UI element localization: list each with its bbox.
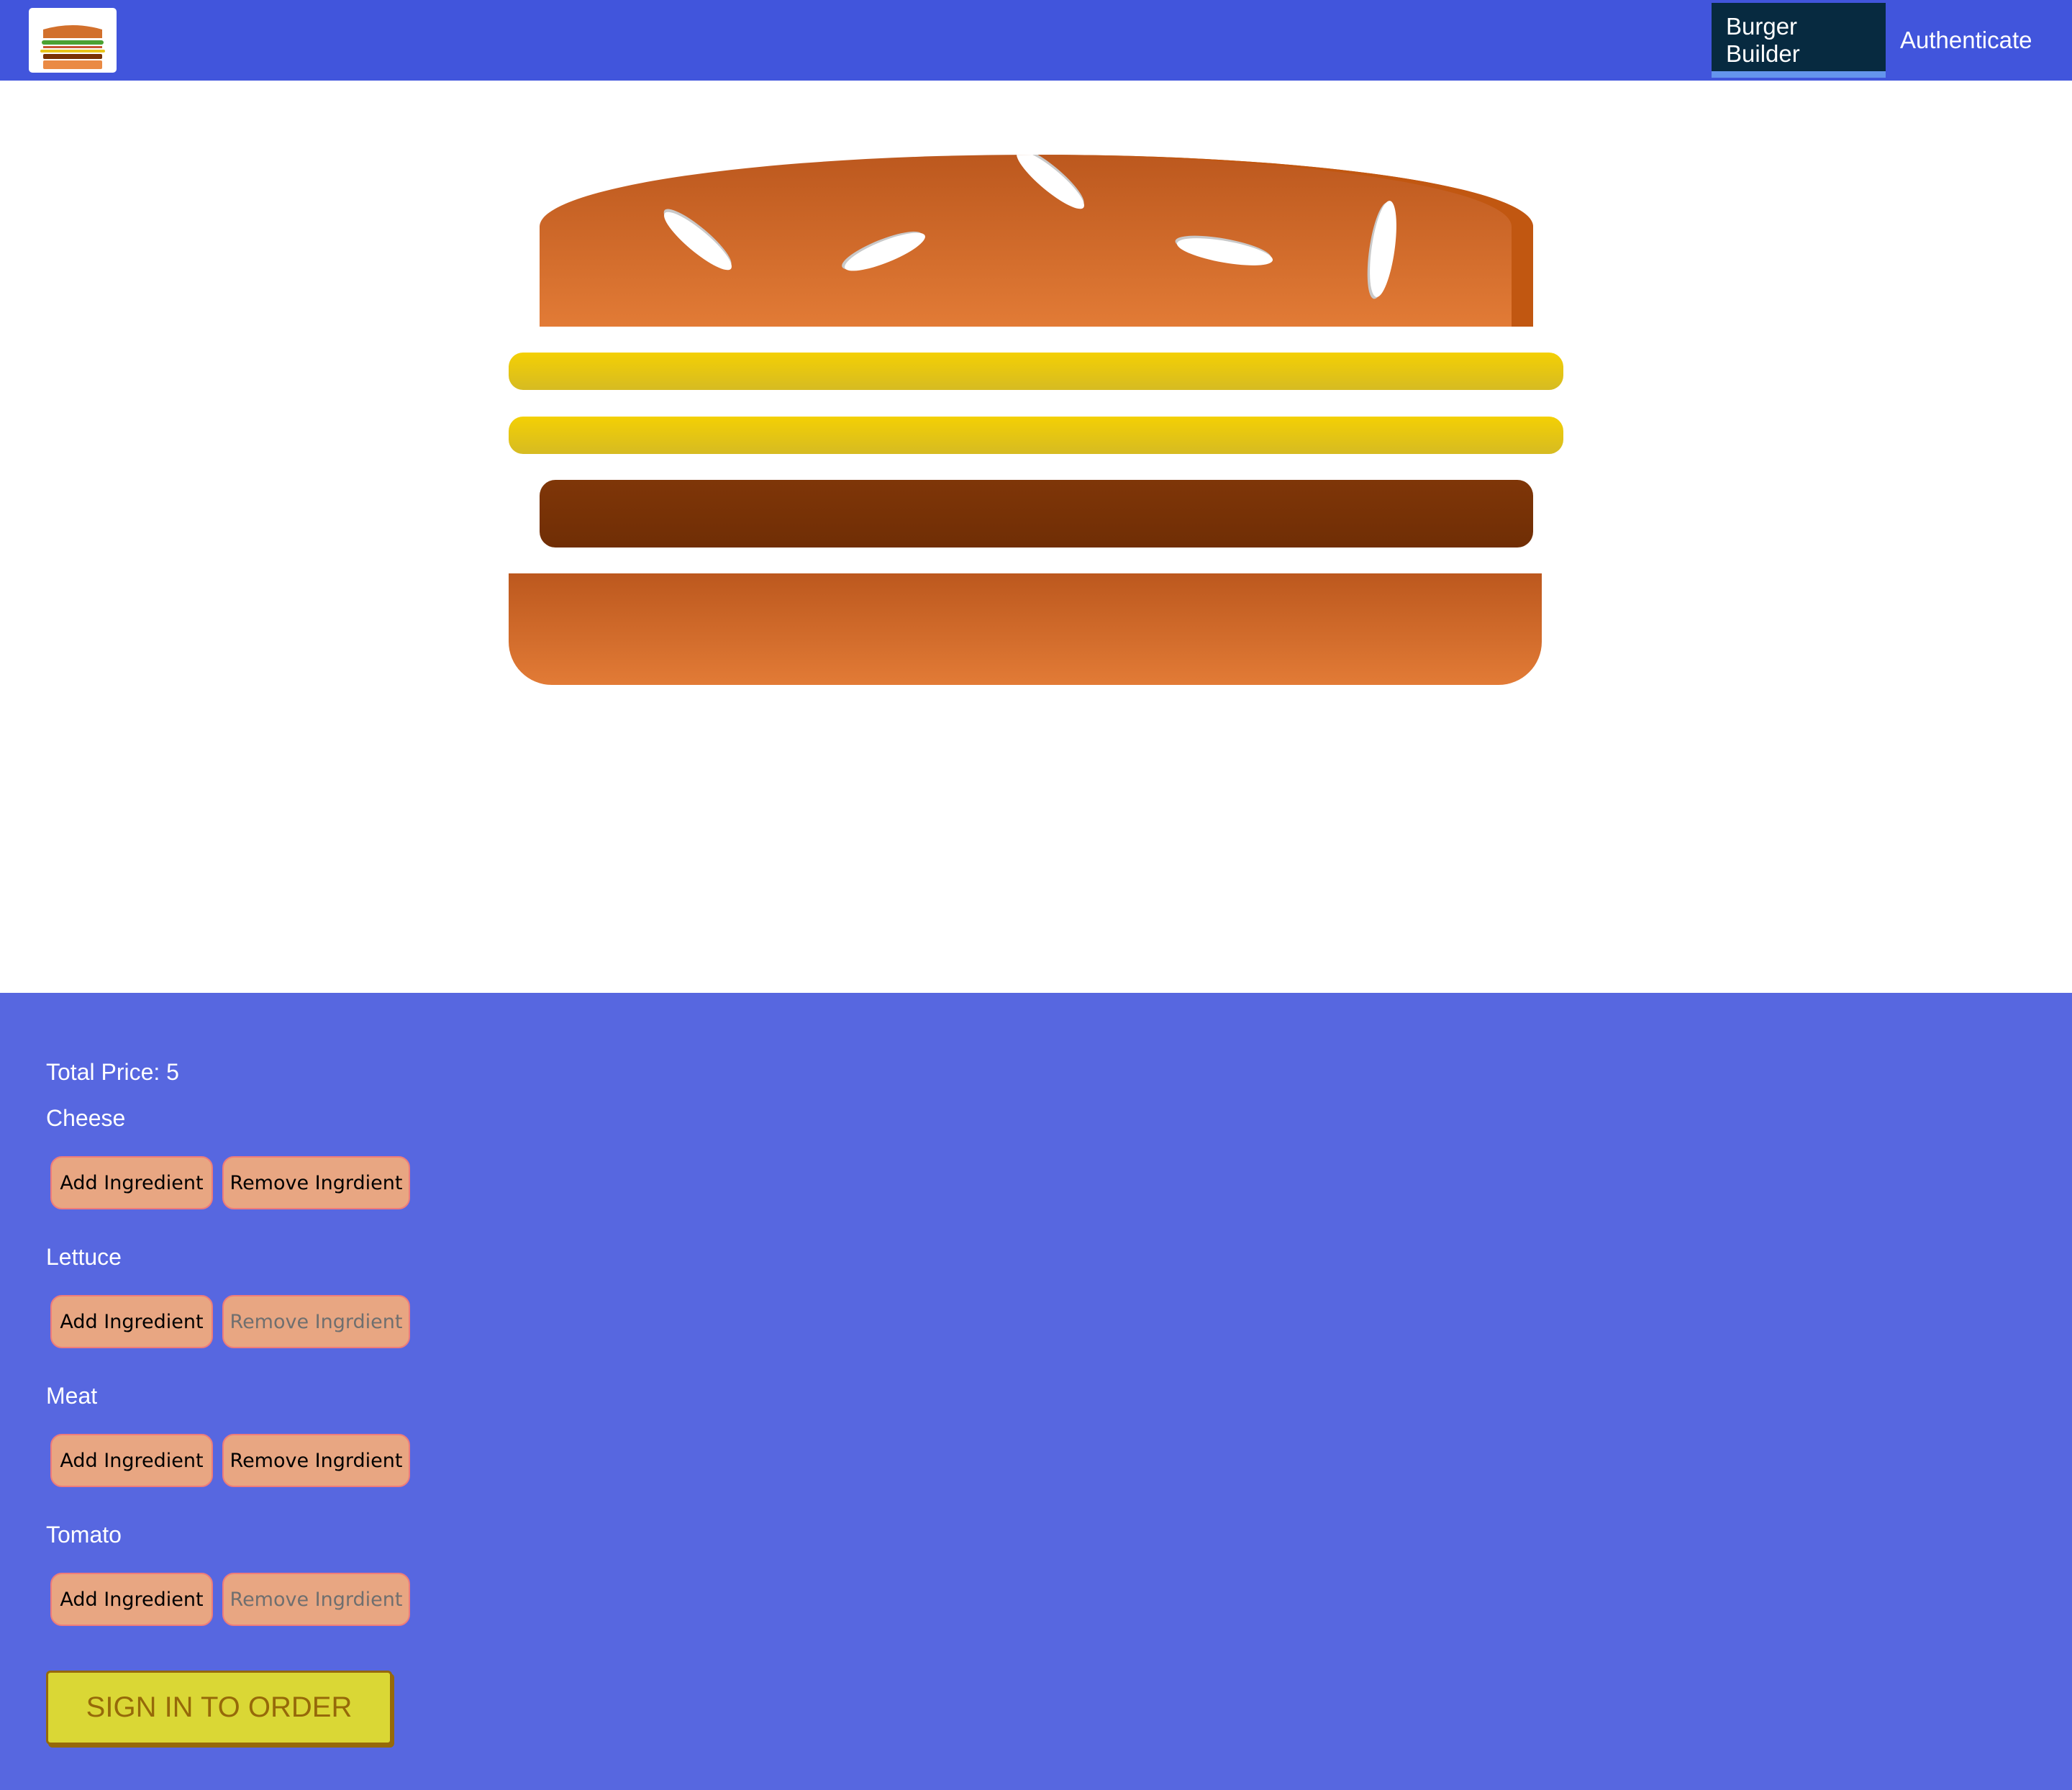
remove-lettuce-button[interactable]: Remove Ingrdient: [222, 1295, 410, 1348]
bread-bottom: [509, 573, 1542, 685]
seed: [840, 225, 930, 278]
sign-in-to-order-button[interactable]: SIGN IN TO ORDER: [46, 1671, 392, 1745]
ingredient-label: Meat: [46, 1383, 98, 1409]
seed: [658, 204, 738, 278]
seed: [1175, 232, 1275, 271]
nav-burger-builder[interactable]: Burger Builder: [1712, 3, 1886, 78]
ingredient-label: Cheese: [46, 1105, 126, 1131]
add-cheese-button[interactable]: Add Ingredient: [50, 1156, 213, 1209]
seed: [1365, 199, 1401, 299]
add-lettuce-button[interactable]: Add Ingredient: [50, 1295, 213, 1348]
remove-tomato-button[interactable]: Remove Ingrdient: [222, 1573, 410, 1626]
ingredient-label: Tomato: [46, 1522, 122, 1548]
add-meat-button[interactable]: Add Ingredient: [50, 1434, 213, 1487]
ingredient-label: Lettuce: [46, 1244, 122, 1270]
build-controls: Total Price: 5 Cheese Add Ingredient Rem…: [0, 993, 2072, 1790]
remove-meat-button[interactable]: Remove Ingrdient: [222, 1434, 410, 1487]
seed: [1010, 155, 1091, 217]
add-tomato-button[interactable]: Add Ingredient: [50, 1573, 213, 1626]
remove-cheese-button[interactable]: Remove Ingrdient: [222, 1156, 410, 1209]
cheese-layer: [509, 353, 1563, 390]
toolbar: Burger Builder Authenticate: [0, 0, 2072, 81]
cheese-layer: [509, 417, 1563, 454]
nav-authenticate[interactable]: Authenticate: [1886, 3, 2046, 78]
bread-top: [540, 155, 1533, 327]
meat-layer: [540, 480, 1533, 548]
total-price: Total Price: 5: [46, 1059, 179, 1085]
burger-logo-icon: [29, 8, 117, 73]
